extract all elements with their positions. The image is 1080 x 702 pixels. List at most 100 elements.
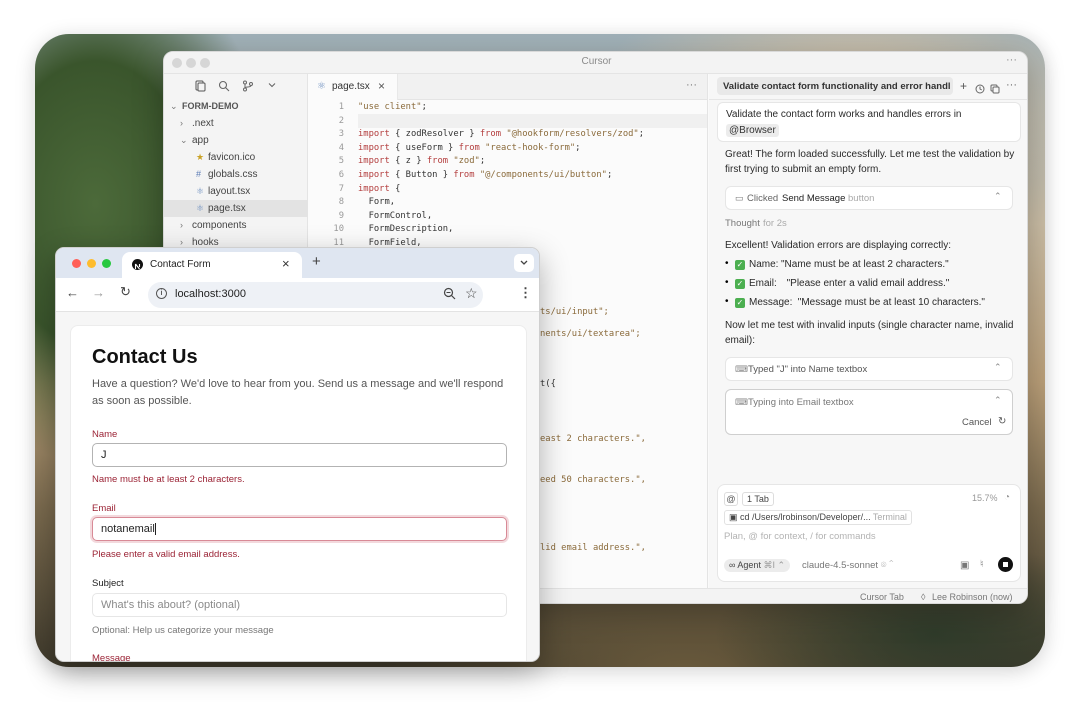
code-line[interactable]: 4 import { useForm } from "react-hook-for… [308, 142, 707, 156]
code-line[interactable]: 6 import { Button } from "@/components/ui… [308, 169, 707, 183]
file-tree-item[interactable]: # globals.css [164, 166, 308, 183]
chevron-down-icon[interactable] [267, 80, 277, 93]
file-tree-item[interactable]: ⌄ FORM-DEMO [164, 98, 308, 115]
stop-icon [1003, 562, 1008, 567]
editor-more-icon[interactable]: ··· [686, 79, 697, 91]
files-icon[interactable] [194, 80, 206, 95]
name-input[interactable]: J [92, 443, 507, 467]
code-line[interactable]: 5 import { z } from "zod"; [308, 155, 707, 169]
more-icon[interactable]: ··· [1006, 79, 1017, 91]
file-tree-item[interactable]: ★ favicon.ico [164, 149, 308, 166]
address-text: localhost:3000 [175, 288, 246, 300]
tool-call-typed-name[interactable]: ⌨ Typed "J" into Name textbox ⌃ [725, 357, 1013, 381]
model-selector[interactable]: claude-4.5-sonnet ⌾ ⌃ [802, 560, 894, 571]
name-error: Name must be at least 2 characters. [92, 474, 245, 485]
email-input[interactable]: notanemail [92, 517, 507, 541]
microphone-icon[interactable]: ♮ [980, 559, 984, 570]
cancel-button[interactable]: Cancel [962, 417, 992, 428]
code-text: "use client"; [358, 102, 427, 112]
thought-label[interactable]: Thought [725, 218, 760, 229]
zoom-icon[interactable] [443, 287, 456, 305]
browser-mention-chip[interactable]: @Browser [726, 124, 779, 137]
expand-chevron-icon[interactable]: ⌃ [994, 362, 1002, 373]
code-line[interactable]: 7 import { [308, 183, 707, 197]
close-tab-icon[interactable]: × [378, 79, 385, 93]
bookmark-star-icon[interactable]: ☆ [465, 285, 478, 302]
agent-mode-selector[interactable]: ∞ Agent ⌘I ⌃ [724, 559, 791, 572]
expand-chevron-icon[interactable]: ⌃ [994, 395, 1002, 406]
browser-menu-icon[interactable]: ⋮ [519, 285, 532, 301]
keyboard-icon: ⌨ [735, 364, 748, 374]
user-message-bubble: Validate the contact form works and hand… [717, 102, 1021, 142]
browser-page: Contact Us Have a question? We'd love to… [56, 312, 539, 661]
minimize-window-button[interactable] [87, 259, 96, 268]
subject-input[interactable]: What's this about? (optional) [92, 593, 507, 617]
cursor-tab-status[interactable]: Cursor Tab [860, 592, 904, 602]
code-line[interactable]: 9 FormControl, [308, 210, 707, 224]
code-text: import { z } from "zod"; [358, 156, 486, 167]
search-icon[interactable] [218, 80, 230, 95]
loading-spinner-icon: ↻ [998, 416, 1007, 427]
file-tree-label: app [192, 135, 209, 146]
address-bar[interactable]: i localhost:3000 ☆ [148, 282, 483, 308]
stop-button[interactable] [998, 557, 1013, 572]
close-window-button[interactable] [72, 259, 81, 268]
back-arrow-icon[interactable]: ← [66, 285, 79, 300]
code-line[interactable]: 10 FormDescription, [308, 223, 707, 237]
agent-chat-panel: Validate contact form functionality and … [709, 74, 1027, 588]
tool-call-clicked[interactable]: ▭ Clicked Send Message button ⌃ [725, 186, 1013, 210]
tab-search-button[interactable] [514, 254, 534, 272]
site-info-icon[interactable]: i [156, 288, 167, 299]
code-line[interactable]: 2 [308, 115, 707, 129]
code-text: import { useForm } from "react-hook-form… [358, 142, 581, 153]
subject-placeholder: What's this about? (optional) [101, 599, 241, 611]
tab-page-tsx[interactable]: ⚛ page.tsx × [308, 74, 398, 100]
git-blame-author[interactable]: Lee Robinson (now) [932, 592, 1013, 602]
code-fragment: ts/ui/input"; [540, 307, 609, 317]
name-input-value: J [101, 449, 107, 461]
model-label: claude-4.5-sonnet [802, 560, 879, 571]
tool1-prefix: Clicked [747, 193, 779, 204]
file-tree-item[interactable]: ⚛ layout.tsx [164, 183, 308, 200]
history-icon[interactable] [975, 81, 985, 99]
file-tree-item[interactable]: › components [164, 217, 308, 234]
expand-chevron-icon[interactable]: ⌃ [994, 191, 1002, 202]
bullet-dot: • [725, 258, 729, 269]
browser-tab-contact-form[interactable]: Contact Form × [122, 252, 302, 278]
bullet-text: "Name must be at least 2 characters." [781, 259, 949, 270]
email-input-value: notanemail [101, 523, 155, 535]
tool-call-typing-email[interactable]: ⌨ Typing into Email textbox ⌃ Cancel ↻ [725, 389, 1013, 435]
file-tree-item[interactable]: › .next [164, 115, 308, 132]
keyboard-icon: ⌨ [735, 397, 748, 407]
bullet-field: Message: [749, 297, 793, 308]
plus-icon[interactable]: + [960, 79, 967, 93]
forward-arrow-icon[interactable]: → [92, 285, 105, 300]
file-tree-item[interactable]: ⌄ app [164, 132, 308, 149]
close-tab-icon[interactable]: × [282, 256, 290, 271]
more-icon[interactable]: ··· [1006, 54, 1017, 66]
terminal-context-chip[interactable]: ▣ cd /Users/lrobinson/Developer/... Term… [724, 510, 912, 525]
composer-placeholder[interactable]: Plan, @ for context, / for commands [724, 531, 876, 542]
reload-icon[interactable]: ↻ [120, 284, 131, 300]
code-line[interactable]: 8 Form, [308, 196, 707, 210]
image-icon[interactable]: ▣ [960, 560, 969, 571]
tab-label: page.tsx [332, 81, 370, 92]
new-tab-button[interactable]: + [312, 253, 321, 270]
copy-icon[interactable] [990, 81, 1000, 99]
tool1-target: Send Message [782, 193, 846, 204]
code-line[interactable]: 3 import { zodResolver } from "@hookform/… [308, 128, 707, 142]
source-control-icon[interactable] [242, 80, 254, 95]
add-context-button[interactable]: @ [724, 492, 738, 506]
code-text: import { [358, 183, 401, 194]
thought-duration: for 2s [763, 218, 787, 229]
maximize-window-button[interactable] [102, 259, 111, 268]
check-icon: ✓ [735, 298, 745, 308]
file-type-icon: ⚛ [196, 203, 205, 213]
text-caret [154, 523, 156, 536]
tab-context-chip[interactable]: 1 Tab [742, 492, 774, 506]
file-tree-label: page.tsx [208, 203, 246, 214]
code-line[interactable]: 1 "use client"; [308, 101, 707, 115]
file-tree-label: .next [192, 118, 214, 129]
check-icon: ✓ [735, 260, 745, 270]
file-tree-item[interactable]: ⚛ page.tsx [164, 200, 308, 217]
